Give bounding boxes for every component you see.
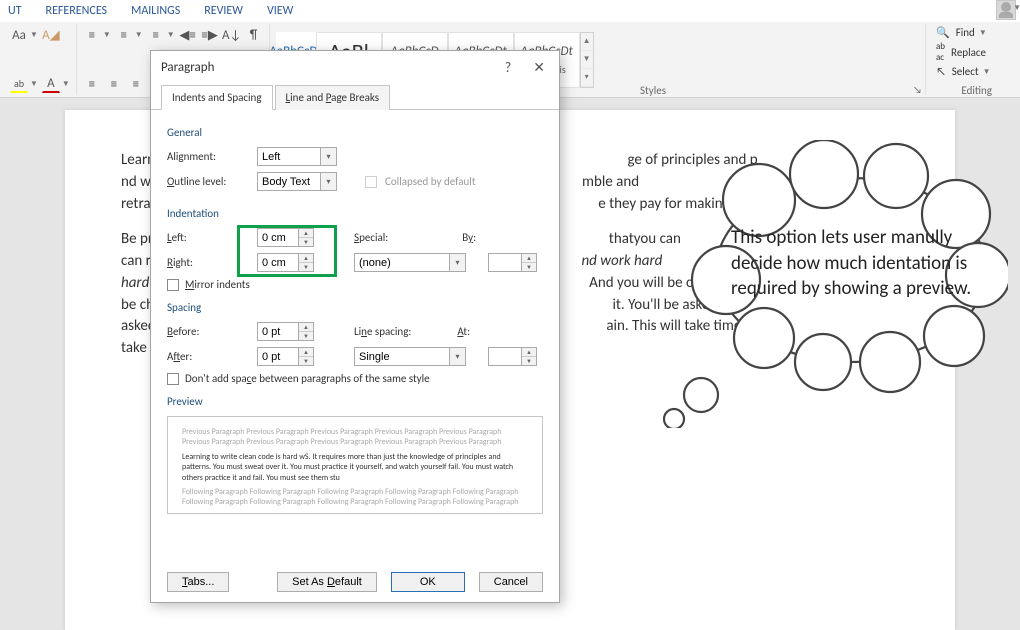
dropdown-arrow-icon[interactable]: ▼ [30, 30, 38, 40]
by-spinner[interactable]: ▲▼ [488, 253, 537, 272]
section-spacing: Spacing [167, 301, 543, 314]
at-spinner[interactable]: ▲▼ [488, 347, 537, 366]
special-label: Special: [354, 231, 388, 244]
spin-down-icon[interactable]: ▼ [522, 263, 536, 272]
bullets-icon[interactable]: ≡ [83, 26, 101, 44]
dropdown-arrow-icon[interactable]: ▼ [62, 79, 70, 89]
after-label: After: [167, 350, 249, 363]
section-preview: Preview [167, 395, 543, 408]
align-center-icon[interactable]: ≡ [105, 75, 123, 93]
increase-indent-icon[interactable]: ≡▶ [201, 26, 219, 44]
spin-down-icon[interactable]: ▼ [299, 263, 313, 272]
indent-left-spinner[interactable]: ▲▼ [257, 228, 314, 247]
set-default-button[interactable]: Set As Default [277, 572, 377, 592]
text-highlight-icon[interactable]: ab [10, 75, 28, 93]
select-button[interactable]: ↖Select▼ [936, 65, 1006, 78]
linespacing-label: Line spacing: [354, 325, 411, 338]
replace-button[interactable]: abacReplace [936, 41, 1006, 63]
dropdown-arrow-icon[interactable]: ▼ [30, 79, 38, 89]
sort-icon[interactable]: A↓ [223, 26, 241, 44]
tab-line-page-breaks[interactable]: Line and Page Breaks [275, 85, 391, 110]
styles-expand-icon[interactable]: ▾ [581, 69, 593, 87]
outline-select[interactable]: ▾ [257, 172, 337, 191]
dialog-title: Paragraph [161, 60, 214, 75]
no-add-space-label: Don't add space between paragraphs of th… [185, 372, 430, 385]
show-marks-icon[interactable]: ¶ [245, 26, 263, 44]
tabs-button[interactable]: Tabs... [167, 572, 229, 592]
spin-up-icon[interactable]: ▲ [522, 348, 536, 357]
ribbon-tabs: UT REFERENCES MAILINGS REVIEW VIEW [0, 0, 1020, 22]
dropdown-arrow-icon[interactable]: ▼ [103, 30, 111, 40]
chevron-down-icon[interactable]: ▾ [449, 254, 465, 271]
collapsed-checkbox [365, 176, 377, 188]
styles-scroll[interactable]: ▲ ▼ ▾ [580, 32, 594, 88]
alignment-select[interactable]: ▾ [257, 147, 337, 166]
section-general: General [167, 126, 543, 139]
tab-references[interactable]: REFERENCES [46, 4, 108, 18]
align-left-icon[interactable]: ≡ [83, 75, 101, 93]
replace-icon: abac [936, 41, 945, 63]
ok-button[interactable]: OK [391, 572, 465, 592]
outline-label: Outline level: [167, 175, 249, 188]
chevron-down-icon[interactable]: ▾ [449, 348, 465, 365]
dialog-tabs: Indents and Spacing Line and Page Breaks [151, 84, 559, 110]
spin-up-icon[interactable]: ▲ [522, 254, 536, 263]
font-group: Aa▼ A◢ ab▼ A▼ [4, 24, 77, 95]
section-indentation: Indentation [167, 207, 543, 220]
at-label: At: [457, 325, 470, 338]
tab-review[interactable]: REVIEW [204, 4, 243, 18]
clear-formatting-icon[interactable]: A◢ [42, 26, 60, 44]
special-select[interactable]: ▾ [354, 253, 466, 272]
find-button[interactable]: 🔍Find▼ [936, 26, 1006, 39]
indent-right-label: Right: [167, 256, 249, 269]
tab-layout[interactable]: UT [8, 4, 22, 18]
before-label: Before: [167, 325, 249, 338]
multilevel-list-icon[interactable]: ≡ [147, 26, 165, 44]
paragraph-dialog: Paragraph ? ✕ Indents and Spacing Line a… [150, 50, 560, 603]
help-icon[interactable]: ? [501, 59, 516, 76]
spin-up-icon[interactable]: ▲ [299, 254, 313, 263]
magnify-icon: 🔍 [936, 26, 950, 39]
tab-view[interactable]: VIEW [267, 4, 293, 18]
spin-up-icon[interactable]: ▲ [299, 348, 313, 357]
tab-mailings[interactable]: MAILINGS [131, 4, 180, 18]
collapsed-label: Collapsed by default [385, 175, 476, 188]
cursor-icon: ↖ [936, 65, 946, 78]
after-spinner[interactable]: ▲▼ [257, 347, 314, 366]
mirror-indents-checkbox[interactable] [167, 279, 179, 291]
by-label: By: [462, 231, 476, 244]
spin-down-icon[interactable]: ▼ [299, 332, 313, 341]
decrease-indent-icon[interactable]: ◀≡ [179, 26, 197, 44]
styles-launcher-icon[interactable]: ↘ [913, 83, 922, 96]
editing-group-caption: Editing [961, 84, 992, 97]
no-add-space-checkbox[interactable] [167, 373, 179, 385]
cancel-button[interactable]: Cancel [479, 572, 543, 592]
styles-group-caption: Styles [640, 84, 666, 97]
linespacing-select[interactable]: ▾ [354, 347, 466, 366]
dropdown-arrow-icon[interactable]: ▼ [135, 30, 143, 40]
chevron-down-icon[interactable]: ▾ [320, 148, 336, 165]
spin-down-icon[interactable]: ▼ [522, 357, 536, 366]
tab-indents-spacing[interactable]: Indents and Spacing [161, 85, 273, 110]
preview-box: Previous Paragraph Previous Paragraph Pr… [167, 416, 543, 514]
alignment-label: Alignment: [167, 150, 249, 163]
before-spinner[interactable]: ▲▼ [257, 322, 314, 341]
close-icon[interactable]: ✕ [529, 59, 549, 76]
spin-down-icon[interactable]: ▼ [299, 238, 313, 247]
align-right-icon[interactable]: ≡ [127, 75, 145, 93]
spin-down-icon[interactable]: ▼ [299, 357, 313, 366]
dropdown-arrow-icon[interactable]: ▼ [167, 30, 175, 40]
chevron-down-icon[interactable]: ▾ [320, 173, 336, 190]
spin-up-icon[interactable]: ▲ [299, 323, 313, 332]
indent-right-spinner[interactable]: ▲▼ [257, 253, 314, 272]
change-case-icon[interactable]: Aa [10, 26, 28, 44]
numbering-icon[interactable]: ≡ [115, 26, 133, 44]
spin-up-icon[interactable]: ▲ [299, 229, 313, 238]
mirror-indents-label: Mirror indents [185, 278, 250, 291]
font-color-icon[interactable]: A [42, 75, 60, 93]
scroll-down-icon[interactable]: ▼ [581, 51, 593, 69]
indent-left-label: Left: [167, 231, 249, 244]
user-account-icon[interactable]: ▼ [996, 0, 1016, 20]
scroll-up-icon[interactable]: ▲ [581, 33, 593, 51]
